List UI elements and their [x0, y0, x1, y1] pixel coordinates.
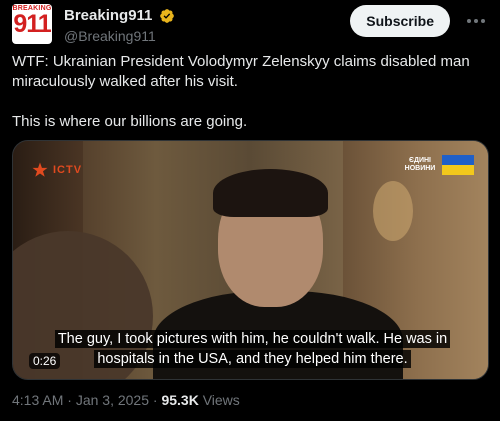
- subscribe-button[interactable]: Subscribe: [350, 5, 450, 37]
- author-names: Breaking911 @Breaking911: [64, 7, 175, 44]
- author-display-name[interactable]: Breaking911: [64, 7, 152, 24]
- ukraine-flag-icon: [442, 155, 474, 175]
- views-count: 95.3K: [161, 392, 199, 408]
- tweet-time[interactable]: 4:13 AM: [12, 392, 63, 408]
- video-caption: The guy, I took pictures with him, he co…: [31, 329, 474, 369]
- verified-badge-icon: [160, 8, 174, 23]
- author-handle[interactable]: @Breaking911: [64, 28, 175, 44]
- ellipsis-icon[interactable]: [464, 9, 488, 33]
- channel-tag: ЄДИНІ НОВИНИ: [404, 157, 436, 172]
- video-caption-text: The guy, I took pictures with him, he co…: [54, 330, 451, 368]
- avatar-brand-number: 911: [13, 10, 51, 38]
- channel-logo: ICTV: [31, 161, 82, 179]
- speaker-hair: [213, 169, 328, 217]
- views-label: Views: [202, 392, 240, 408]
- tweet-header: BREAKING 911 Breaking911 @Breaking911 Su…: [12, 4, 488, 44]
- video-time-badge: 0:26: [29, 353, 61, 369]
- tweet-date[interactable]: Jan 3, 2025: [76, 392, 149, 408]
- channel-logo-text: ICTV: [53, 163, 83, 176]
- meta-separator: ·: [149, 392, 162, 408]
- tweet-paragraph: WTF: Ukrainian President Volodymyr Zelen…: [12, 53, 470, 90]
- avatar[interactable]: BREAKING 911: [12, 4, 52, 44]
- meta-separator: ·: [63, 392, 76, 408]
- video-player[interactable]: ICTV ЄДИНІ НОВИНИ The guy, I took pictur…: [12, 140, 489, 380]
- tweet-text: WTF: Ukrainian President Volodymyr Zelen…: [12, 52, 482, 132]
- background-lamp: [373, 181, 413, 241]
- tweet-meta: 4:13 AM · Jan 3, 2025 · 95.3K Views: [12, 392, 240, 408]
- tweet-paragraph: This is where our billions are going.: [12, 113, 248, 130]
- star-icon: [32, 162, 48, 177]
